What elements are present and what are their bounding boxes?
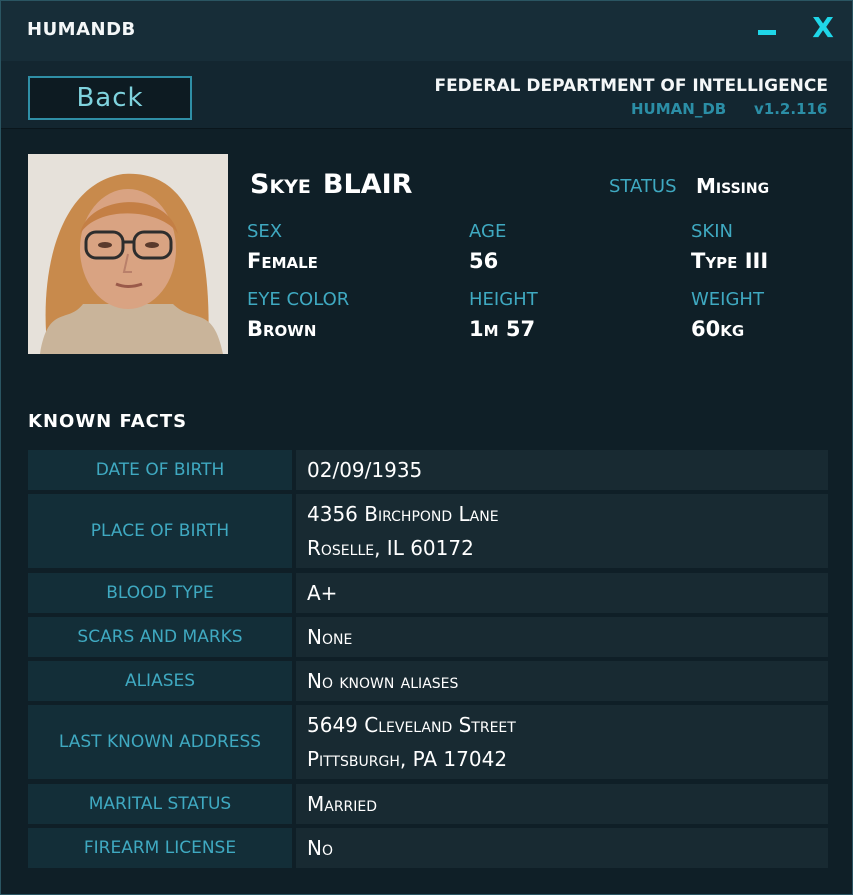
age-value: 56 <box>469 249 499 273</box>
fact-value: 02/09/1935 <box>296 450 828 490</box>
fact-label: MARITAL STATUS <box>28 784 292 824</box>
fact-row-place-of-birth: PLACE OF BIRTH 4356 Birchpond Lane Rosel… <box>28 494 828 568</box>
close-icon[interactable]: X <box>807 10 839 46</box>
fact-label: SCARS AND MARKS <box>28 617 292 657</box>
agency-name: FEDERAL DEPARTMENT OF INTELLIGENCE <box>434 76 828 96</box>
fact-value-line: Pittsburgh, PA 17042 <box>307 747 508 771</box>
fact-row-firearm-license: FIREARM LICENSE No <box>28 828 828 868</box>
fact-value: No <box>296 828 828 868</box>
portrait-image <box>28 154 228 354</box>
fact-label: PLACE OF BIRTH <box>28 494 292 568</box>
fact-value-line: None <box>307 625 353 649</box>
status-value: Missing <box>696 174 770 198</box>
fact-label: FIREARM LICENSE <box>28 828 292 868</box>
fact-value: None <box>296 617 828 657</box>
fact-row-scars-and-marks: SCARS AND MARKS None <box>28 617 828 657</box>
fact-value: 4356 Birchpond Lane Roselle, IL 60172 <box>296 494 828 568</box>
database-name: HUMAN_DB <box>631 100 727 118</box>
status-label: STATUS <box>609 176 677 197</box>
fact-value-line: 4356 Birchpond Lane <box>307 502 499 526</box>
sex-value: Female <box>247 249 318 273</box>
known-facts-heading: KNOWN FACTS <box>28 411 188 432</box>
first-name: Skye <box>250 169 311 200</box>
skin-value: Type III <box>691 249 769 273</box>
fact-value-line: No known aliases <box>307 669 459 693</box>
fact-value-line: 5649 Cleveland Street <box>307 713 516 737</box>
eye-color-label: EYE COLOR <box>247 289 350 310</box>
fact-label: ALIASES <box>28 661 292 701</box>
weight-value: 60kg <box>691 317 745 341</box>
fact-row-blood-type: BLOOD TYPE A+ <box>28 573 828 613</box>
fact-value: 5649 Cleveland Street Pittsburgh, PA 170… <box>296 705 828 779</box>
version-number: v1.2.116 <box>754 100 828 118</box>
app-title: HUMANDB <box>27 19 136 40</box>
fact-row-aliases: ALIASES No known aliases <box>28 661 828 701</box>
skin-label: SKIN <box>691 221 734 242</box>
fact-label: DATE OF BIRTH <box>28 450 292 490</box>
age-label: AGE <box>469 221 507 242</box>
minimize-icon[interactable] <box>758 30 776 35</box>
weight-label: WEIGHT <box>691 289 764 310</box>
height-label: HEIGHT <box>469 289 538 310</box>
fact-value-line: A+ <box>307 581 338 605</box>
back-button[interactable]: Back <box>28 76 192 120</box>
fact-value-line: 02/09/1935 <box>307 458 423 482</box>
fact-value: A+ <box>296 573 828 613</box>
profile-photo <box>28 154 228 354</box>
fact-value-line: Roselle, IL 60172 <box>307 536 474 560</box>
fact-value: Married <box>296 784 828 824</box>
fact-value-line: No <box>307 836 333 860</box>
fact-label: LAST KNOWN ADDRESS <box>28 705 292 779</box>
fact-row-date-of-birth: DATE OF BIRTH 02/09/1935 <box>28 450 828 490</box>
humandb-window: HUMANDB X Back FEDERAL DEPARTMENT OF INT… <box>0 0 853 895</box>
sex-label: SEX <box>247 221 283 242</box>
title-bar: HUMANDB X <box>1 1 852 61</box>
fact-row-last-known-address: LAST KNOWN ADDRESS 5649 Cleveland Street… <box>28 705 828 779</box>
height-value: 1m 57 <box>469 317 536 341</box>
subject-name: Skye BLAIR <box>250 169 412 200</box>
eye-color-value: Brown <box>247 317 317 341</box>
fact-value: No known aliases <box>296 661 828 701</box>
fact-value-line: Married <box>307 792 378 816</box>
fact-row-marital-status: MARITAL STATUS Married <box>28 784 828 824</box>
fact-label: BLOOD TYPE <box>28 573 292 613</box>
last-name: BLAIR <box>322 169 413 200</box>
